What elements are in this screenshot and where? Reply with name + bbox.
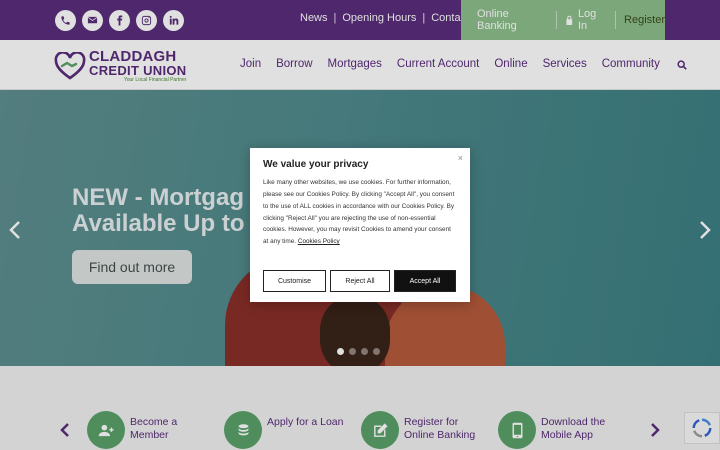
cookie-dialog-actions: Customise Reject All Accept All xyxy=(263,270,456,292)
reject-all-button[interactable]: Reject All xyxy=(330,270,390,292)
cookie-consent-dialog: × We value your privacy Like many other … xyxy=(250,148,470,302)
cookie-dialog-body: Like many other websites, we use cookies… xyxy=(263,179,455,246)
close-icon[interactable]: × xyxy=(458,153,463,163)
cookies-policy-link[interactable]: Cookies Policy xyxy=(298,238,340,245)
accept-all-button[interactable]: Accept All xyxy=(394,270,456,292)
customise-button[interactable]: Customise xyxy=(263,270,326,292)
cookie-dialog-title: We value your privacy xyxy=(263,159,369,170)
